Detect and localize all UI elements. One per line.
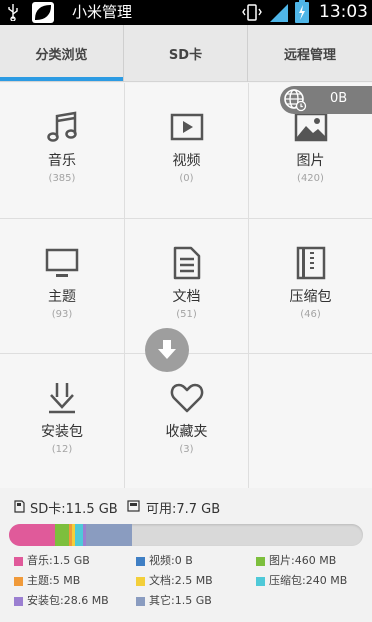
storage-summary: SD卡:11.5 GB 可用:7.7 GB (0, 495, 372, 519)
legend-label: 安装包:28.6 MB (27, 594, 109, 607)
download-button[interactable] (145, 328, 189, 372)
tab-label: 远程管理 (283, 48, 336, 63)
globe-icon (284, 89, 307, 112)
legend-swatch (14, 597, 23, 606)
leaf-app-icon (32, 2, 54, 23)
sd-card-icon (14, 500, 25, 513)
legend-swatch (14, 557, 23, 566)
category-music[interactable]: 音乐 (385) (0, 83, 124, 218)
archive-icon (296, 246, 326, 280)
category-count: (51) (176, 309, 197, 320)
legend-label: 其它:1.5 GB (149, 594, 212, 607)
legend-swatch (256, 577, 265, 586)
app-title: 小米管理 (72, 3, 133, 21)
tab-label: SD卡 (168, 48, 203, 63)
music-note-icon (47, 111, 77, 142)
usb-icon (8, 4, 18, 21)
active-tab-indicator (0, 77, 123, 81)
empty-cell (248, 353, 372, 488)
category-archives[interactable]: 压缩包 (46) (248, 218, 372, 353)
legend-swatch (14, 577, 23, 586)
legend-label: 文档:2.5 MB (149, 574, 213, 587)
legend-label: 图片:460 MB (269, 554, 337, 567)
remote-size: 0B (330, 91, 348, 106)
available-capacity: 可用:7.7 GB (146, 502, 221, 517)
tab-bar: 分类浏览 SD卡 远程管理 (0, 25, 372, 82)
storage-icon (127, 500, 140, 512)
battery-charging-icon (295, 0, 309, 23)
storage-usage-bar (9, 524, 363, 546)
category-themes[interactable]: 主题 (93) (0, 218, 124, 353)
category-count: (385) (48, 173, 76, 184)
tab-label: 分类浏览 (35, 48, 88, 63)
remote-transfer-indicator[interactable]: 0B (280, 86, 372, 114)
category-label: 文档 (172, 289, 201, 305)
category-count: (12) (51, 444, 73, 455)
usage-segment-pictures (55, 524, 70, 546)
storage-legend: 音乐:1.5 GB 视频:0 B 图片:460 MB 主题:5 MB 文档:2.5 MB… (0, 553, 372, 622)
category-install-packages[interactable]: 安装包 (12) (0, 353, 124, 488)
category-label: 视频 (172, 153, 201, 169)
legend-swatch (136, 557, 145, 566)
document-icon (173, 246, 201, 280)
vibrate-icon (242, 4, 262, 21)
install-package-icon (49, 383, 75, 414)
category-label: 安装包 (41, 424, 83, 440)
legend-swatch (136, 597, 145, 606)
usage-segment-other (85, 524, 132, 546)
category-label: 图片 (296, 153, 325, 169)
legend-label: 视频:0 B (149, 554, 193, 567)
category-label: 音乐 (48, 153, 76, 169)
category-count: (3) (179, 444, 194, 455)
legend-swatch (256, 557, 265, 566)
usage-segment-music (9, 524, 56, 546)
category-documents[interactable]: 文档 (51) (124, 218, 248, 353)
category-count: (46) (300, 309, 321, 320)
category-label: 压缩包 (289, 289, 332, 305)
category-count: (93) (51, 309, 73, 320)
category-count: (0) (179, 173, 194, 184)
monitor-icon (45, 248, 79, 277)
usage-segment-archives (75, 524, 83, 546)
status-bar: 小米管理 13:03 (0, 0, 372, 25)
heart-icon (170, 383, 204, 413)
category-label: 主题 (48, 289, 76, 305)
tab-category-browse[interactable]: 分类浏览 (0, 25, 123, 82)
tab-remote-management[interactable]: 远程管理 (247, 25, 372, 82)
category-grid: 音乐 (385) 视频 (0) 图片 (420) 主题 (93) 文档 (51)… (0, 83, 372, 488)
legend-label: 压缩包:240 MB (269, 574, 348, 587)
sd-total-capacity: SD卡:11.5 GB (30, 502, 118, 517)
clock: 13:03 (319, 2, 368, 22)
category-favorites[interactable]: 收藏夹 (3) (124, 353, 248, 488)
download-arrow-icon (158, 340, 176, 359)
legend-label: 音乐:1.5 GB (27, 554, 90, 567)
legend-label: 主题:5 MB (27, 574, 81, 587)
category-video[interactable]: 视频 (0) (124, 83, 248, 218)
picture-icon (294, 112, 328, 142)
signal-icon (270, 4, 288, 22)
video-play-icon (170, 113, 204, 141)
category-label: 收藏夹 (165, 424, 208, 440)
tab-sd-card[interactable]: SD卡 (123, 25, 247, 82)
category-count: (420) (297, 173, 324, 184)
legend-swatch (136, 577, 145, 586)
